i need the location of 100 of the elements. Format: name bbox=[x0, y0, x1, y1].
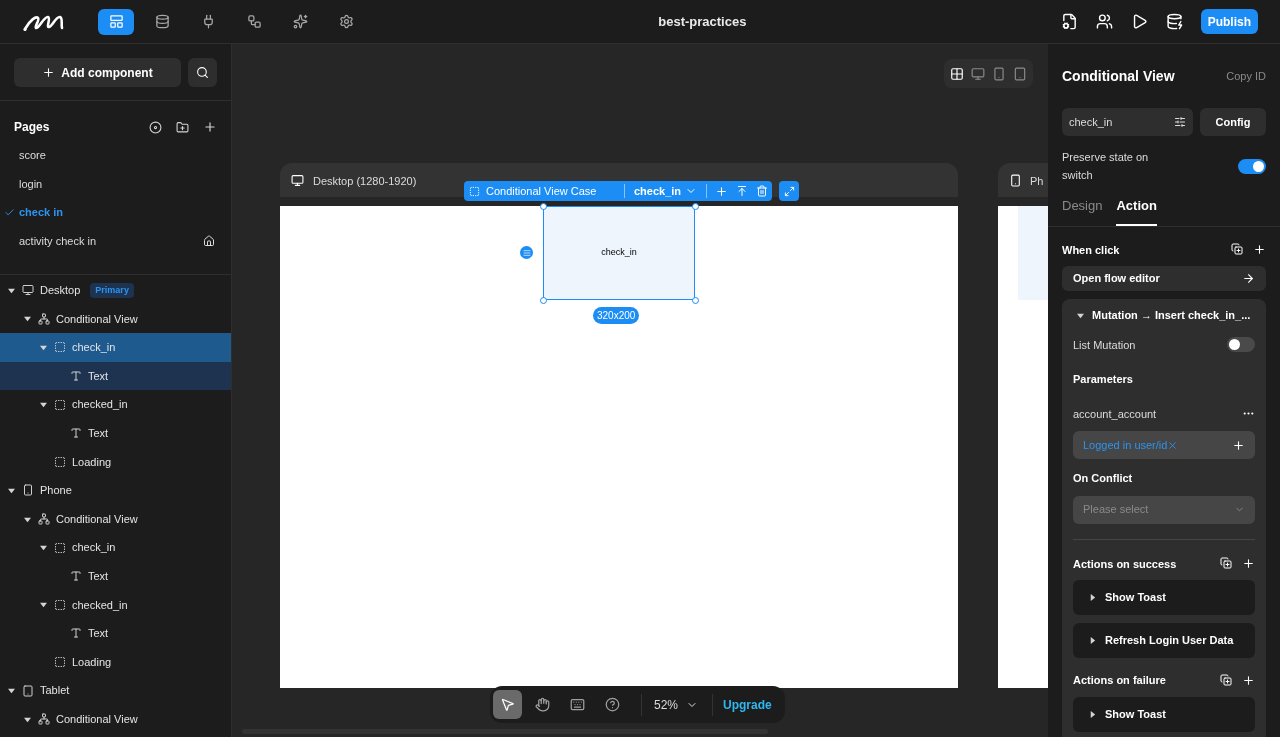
tablet-icon[interactable] bbox=[1013, 66, 1027, 81]
layer-item[interactable]: checked_in bbox=[0, 390, 231, 419]
open-flow-button[interactable]: Open flow editor bbox=[1062, 266, 1266, 291]
text-icon bbox=[70, 427, 82, 440]
add-component-button[interactable]: Add component bbox=[14, 58, 181, 87]
layer-item[interactable]: check_in bbox=[0, 533, 231, 562]
resize-handle[interactable] bbox=[692, 203, 699, 210]
size-label: 320x200 bbox=[593, 307, 640, 324]
page-label: activity check in bbox=[19, 233, 98, 249]
layer-item[interactable]: Text bbox=[0, 361, 231, 391]
caret-icon[interactable] bbox=[24, 715, 31, 723]
users-icon[interactable] bbox=[1095, 13, 1113, 30]
layer-item[interactable]: Text bbox=[0, 619, 231, 648]
section-heading: Actions on failure bbox=[1073, 673, 1166, 688]
project-title: best-practices bbox=[658, 12, 747, 31]
phone-icon bbox=[1009, 174, 1022, 187]
panel-tab[interactable]: Design bbox=[1062, 196, 1103, 226]
copy-plus-icon[interactable] bbox=[1220, 557, 1232, 570]
page-item[interactable]: activity check in bbox=[0, 226, 231, 255]
folder-plus-icon[interactable] bbox=[176, 120, 189, 134]
resize-handle[interactable] bbox=[540, 297, 547, 304]
remove-icon[interactable] bbox=[1167, 439, 1179, 451]
zoom-dropdown[interactable]: 52% bbox=[650, 695, 703, 714]
monitor-icon[interactable] bbox=[971, 66, 985, 81]
move-top-icon[interactable] bbox=[736, 185, 749, 197]
layer-item[interactable]: Conditional View bbox=[0, 504, 231, 534]
selected-element[interactable]: check_in bbox=[543, 206, 695, 300]
plus-icon[interactable] bbox=[1232, 438, 1245, 452]
copy-id-link[interactable]: Copy ID bbox=[1226, 68, 1266, 85]
layer-item[interactable]: Text bbox=[0, 561, 231, 591]
database-icon[interactable] bbox=[1165, 13, 1183, 30]
copy-plus-icon[interactable] bbox=[1220, 673, 1232, 686]
frame-label: Desktop (1280-1920) bbox=[313, 174, 417, 189]
file-gear-icon[interactable] bbox=[1060, 13, 1078, 30]
layer-label: Conditional View bbox=[56, 311, 138, 327]
layer-label: checked_in bbox=[72, 597, 128, 613]
layer-item[interactable]: Desktop Primary bbox=[0, 276, 231, 305]
caret-icon[interactable] bbox=[8, 286, 15, 294]
caret-icon[interactable] bbox=[24, 515, 31, 523]
action-item[interactable]: Show Toast bbox=[1073, 580, 1255, 615]
list-mutation-toggle[interactable] bbox=[1227, 337, 1255, 353]
layer-item[interactable]: checked_in bbox=[0, 590, 231, 620]
expand-button[interactable] bbox=[779, 181, 799, 201]
caret-icon[interactable] bbox=[40, 401, 47, 409]
state-select[interactable]: check_in bbox=[1062, 108, 1193, 136]
layer-label: check_in bbox=[72, 340, 116, 356]
caret-icon[interactable] bbox=[40, 544, 47, 552]
layer-item[interactable]: Loading bbox=[0, 447, 231, 477]
page-label: score bbox=[19, 148, 47, 163]
layer-label: checked_in bbox=[72, 397, 128, 413]
page-item[interactable]: score bbox=[0, 141, 231, 170]
resize-handle[interactable] bbox=[540, 203, 547, 210]
grid-icon[interactable] bbox=[950, 66, 964, 81]
layer-item[interactable]: Loading bbox=[0, 647, 231, 677]
nav-tab[interactable] bbox=[98, 8, 134, 35]
caret-icon[interactable] bbox=[24, 315, 31, 323]
action-item[interactable]: Refresh Login User Data bbox=[1073, 623, 1255, 658]
plus-icon[interactable] bbox=[1242, 673, 1255, 687]
section-heading: Actions on success bbox=[1073, 556, 1177, 572]
caret-icon[interactable] bbox=[40, 601, 47, 609]
upgrade-link[interactable]: Upgrade bbox=[723, 695, 782, 714]
caret-icon[interactable] bbox=[1089, 710, 1096, 718]
preserve-label: Preserve state on switch bbox=[1062, 150, 1150, 183]
caret-icon[interactable] bbox=[1089, 594, 1096, 601]
action-item[interactable]: Show Toast bbox=[1073, 696, 1255, 732]
plus-icon[interactable] bbox=[1253, 243, 1266, 257]
page-item[interactable]: check in bbox=[0, 198, 231, 227]
pointer-icon[interactable] bbox=[493, 690, 522, 719]
phone-icon[interactable] bbox=[992, 66, 1006, 81]
dashed-square-icon bbox=[54, 598, 66, 611]
layer-item[interactable]: Tablet bbox=[0, 676, 231, 705]
mutation-title[interactable]: Mutation → Insert check_in_... bbox=[1092, 307, 1251, 324]
layer-label: Loading bbox=[72, 654, 112, 670]
config-button[interactable]: Config bbox=[1200, 108, 1266, 136]
caret-icon[interactable] bbox=[8, 687, 15, 695]
trash-icon[interactable] bbox=[756, 185, 769, 197]
phone-icon bbox=[22, 484, 34, 497]
tablet-icon bbox=[22, 684, 34, 697]
caret-icon[interactable] bbox=[1089, 637, 1096, 644]
plus-icon[interactable] bbox=[1242, 557, 1255, 571]
dashed-square-icon bbox=[54, 341, 66, 354]
section-heading: When click bbox=[1062, 242, 1120, 258]
search-button[interactable] bbox=[188, 58, 217, 87]
conflict-heading: On Conflict bbox=[1073, 471, 1134, 486]
param-value: Logged in user/id bbox=[1083, 437, 1168, 453]
param-name: account_account bbox=[1073, 406, 1157, 422]
layer-item[interactable]: Phone bbox=[0, 476, 231, 505]
caret-icon[interactable] bbox=[1077, 311, 1084, 319]
preserve-toggle[interactable] bbox=[1238, 158, 1266, 174]
resize-handle[interactable] bbox=[692, 297, 699, 304]
page-item[interactable]: login bbox=[0, 169, 231, 198]
layer-item[interactable]: Text bbox=[0, 418, 231, 448]
copy-plus-icon[interactable] bbox=[1231, 243, 1243, 256]
database-icon bbox=[154, 14, 170, 29]
layer-item[interactable]: Conditional View bbox=[0, 304, 231, 334]
layer-item[interactable]: Conditional View bbox=[0, 704, 231, 734]
caret-icon[interactable] bbox=[8, 486, 15, 494]
layer-item[interactable]: check_in bbox=[0, 333, 231, 362]
panel-tab[interactable]: Action bbox=[1116, 196, 1157, 226]
layer-label: Loading bbox=[72, 454, 112, 470]
